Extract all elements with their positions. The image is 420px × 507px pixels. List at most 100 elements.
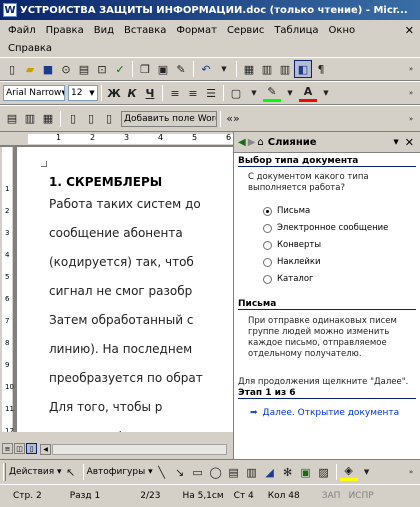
open-data-source-icon[interactable]: ▥ xyxy=(21,110,39,128)
insert-address-block-icon[interactable]: ▯ xyxy=(64,110,82,128)
menu-item-r1-5[interactable]: Сервис xyxy=(223,25,270,36)
arrow-icon[interactable]: ↘ xyxy=(171,463,189,481)
show-hide-icon[interactable]: ¶ xyxy=(312,60,330,78)
menu-item-r1-6[interactable]: Таблица xyxy=(270,25,324,36)
normal-view-icon[interactable]: ≡ xyxy=(2,443,13,454)
status-line: Ст 4 xyxy=(233,491,254,501)
diagram-icon[interactable]: ✻ xyxy=(279,463,297,481)
mail-merge-task-pane: ◀ ▶ ⌂ Слияние ▼ ✕ Выбор типа документа С… xyxy=(233,132,420,459)
wordart-icon[interactable]: ◢ xyxy=(261,463,279,481)
scroll-left-icon[interactable]: ◀ xyxy=(40,444,51,455)
font-name-combo[interactable]: Arial Narrow▼ xyxy=(3,85,65,101)
menu-row-2: Справка xyxy=(4,39,416,57)
columns-icon[interactable]: ▥ xyxy=(276,60,294,78)
menu-item-r2-0[interactable]: Справка xyxy=(4,43,58,54)
print-icon[interactable]: ▤ xyxy=(75,60,93,78)
insert-merge-fields-icon[interactable]: ▯ xyxy=(100,110,118,128)
doc-type-radio-3[interactable]: Наклейки xyxy=(263,257,321,267)
borders-dropdown-icon[interactable]: ▼ xyxy=(245,84,263,102)
font-color-dropdown-icon[interactable]: ▼ xyxy=(317,84,335,102)
highlight-icon[interactable]: ✎ xyxy=(263,84,281,102)
font-size-combo[interactable]: 12 ▼ xyxy=(68,85,98,101)
menu-item-r1-7[interactable]: Окно xyxy=(325,25,362,36)
status-rec[interactable]: ЗАП xyxy=(322,491,341,501)
next-step-link[interactable]: ➡ Далее. Открытие документа xyxy=(250,408,399,418)
autoshapes-menu[interactable]: Автофигуры ▾ xyxy=(87,467,153,477)
line-spacing-icon[interactable]: ☰ xyxy=(202,84,220,102)
borders-icon[interactable]: ▢ xyxy=(227,84,245,102)
italic-button[interactable]: К xyxy=(123,84,141,102)
close-pane-icon[interactable]: ✕ xyxy=(405,136,414,149)
format-painter-icon[interactable]: ✎ xyxy=(172,60,190,78)
status-page: Стр. 2 xyxy=(13,491,42,501)
document-page[interactable]: 1. СКРЕМБЛЕРЫ Работа таких систем до сооб… xyxy=(17,147,233,432)
view-merged-data-icon[interactable]: «» xyxy=(224,110,242,128)
insert-excel-icon[interactable]: ▥ xyxy=(258,60,276,78)
menu-item-r1-4[interactable]: Формат xyxy=(172,25,223,36)
vertical-ruler-mark: 2 xyxy=(5,207,10,215)
radio-label: Наклейки xyxy=(277,257,321,267)
close-document-icon[interactable]: ✕ xyxy=(405,24,414,37)
permission-icon[interactable]: ⊙ xyxy=(57,60,75,78)
web-view-icon[interactable]: ◫ xyxy=(14,443,25,454)
main-document-setup-icon[interactable]: ▤ xyxy=(3,110,21,128)
toolbar-options-icon[interactable]: » xyxy=(402,463,420,481)
font-color-icon[interactable]: A xyxy=(299,84,317,102)
align-left-icon[interactable]: ≡ xyxy=(166,84,184,102)
drawing-toggle-icon[interactable]: ◧ xyxy=(294,60,312,78)
toolbar-options-icon[interactable]: » xyxy=(402,60,420,78)
oval-icon[interactable]: ◯ xyxy=(207,463,225,481)
status-fix[interactable]: ИСПР xyxy=(348,491,373,501)
clipart-icon[interactable]: ▣ xyxy=(297,463,315,481)
textbox-icon[interactable]: ▤ xyxy=(225,463,243,481)
recipients-icon[interactable]: ▦ xyxy=(39,110,57,128)
doc-type-radio-0[interactable]: Письма xyxy=(263,206,310,216)
back-icon[interactable]: ◀ xyxy=(238,137,246,148)
print-preview-icon[interactable]: ⊡ xyxy=(93,60,111,78)
task-pane-menu-icon[interactable]: ▼ xyxy=(393,138,398,146)
vertical-textbox-icon[interactable]: ▥ xyxy=(243,463,261,481)
menu-item-r1-0[interactable]: Файл xyxy=(4,25,42,36)
spelling-icon[interactable]: ✓ xyxy=(111,60,129,78)
doc-type-radio-2[interactable]: Конверты xyxy=(263,240,321,250)
insert-greeting-icon[interactable]: ▯ xyxy=(82,110,100,128)
horizontal-scrollbar[interactable] xyxy=(52,444,227,455)
print-layout-icon[interactable]: ▯ xyxy=(26,443,37,454)
view-buttons: ≡ ◫ ▯ xyxy=(2,443,37,454)
doc-type-radio-4[interactable]: Каталог xyxy=(263,274,314,284)
highlight-dropdown-icon[interactable]: ▼ xyxy=(281,84,299,102)
copy-icon[interactable]: ❐ xyxy=(136,60,154,78)
fill-color-icon[interactable]: ◈ xyxy=(339,463,358,481)
home-icon[interactable]: ⌂ xyxy=(257,137,263,148)
ruler-mark: 3 xyxy=(124,133,130,142)
insert-word-field-button[interactable]: Добавить поле Word▼ xyxy=(121,110,217,127)
insert-table-icon[interactable]: ▦ xyxy=(240,60,258,78)
new-document-icon[interactable]: ▯ xyxy=(3,60,21,78)
ruler-band: 1 2 3 4 5 6 xyxy=(28,133,233,144)
underline-button[interactable]: Ч xyxy=(141,84,159,102)
forward-icon[interactable]: ▶ xyxy=(248,137,256,148)
menu-item-r1-1[interactable]: Правка xyxy=(42,25,90,36)
picture-icon[interactable]: ▨ xyxy=(315,463,333,481)
select-objects-icon[interactable]: ↖ xyxy=(62,463,80,481)
doc-type-radio-1[interactable]: Электронное сообщение xyxy=(263,223,388,233)
fill-color-dropdown-icon[interactable]: ▼ xyxy=(358,463,376,481)
align-center-icon[interactable]: ≡ xyxy=(184,84,202,102)
document-text-line: Работа таких систем до xyxy=(49,197,201,211)
toolbar-options-icon[interactable]: » xyxy=(402,110,420,128)
toolbar-options-icon[interactable]: » xyxy=(402,84,420,102)
open-folder-icon[interactable]: ▰ xyxy=(21,60,39,78)
menu-item-r1-2[interactable]: Вид xyxy=(90,25,120,36)
line-icon[interactable]: ╲ xyxy=(153,463,171,481)
vertical-ruler: 1 2 3 4 5 6 7 8 9 10 11 12 xyxy=(0,147,14,435)
bold-button[interactable]: Ж xyxy=(105,84,123,102)
document-text-line: Для того, чтобы р xyxy=(49,400,163,414)
actions-menu[interactable]: Действия ▾ xyxy=(9,467,62,477)
continue-hint: Для продолжения щелкните "Далее". xyxy=(238,377,409,387)
save-icon[interactable]: ■ xyxy=(39,60,57,78)
undo-icon[interactable]: ↶ xyxy=(197,60,215,78)
rectangle-icon[interactable]: ▭ xyxy=(189,463,207,481)
paste-icon[interactable]: ▣ xyxy=(154,60,172,78)
undo-dropdown-icon[interactable]: ▼ xyxy=(215,60,233,78)
menu-item-r1-3[interactable]: Вставка xyxy=(120,25,172,36)
